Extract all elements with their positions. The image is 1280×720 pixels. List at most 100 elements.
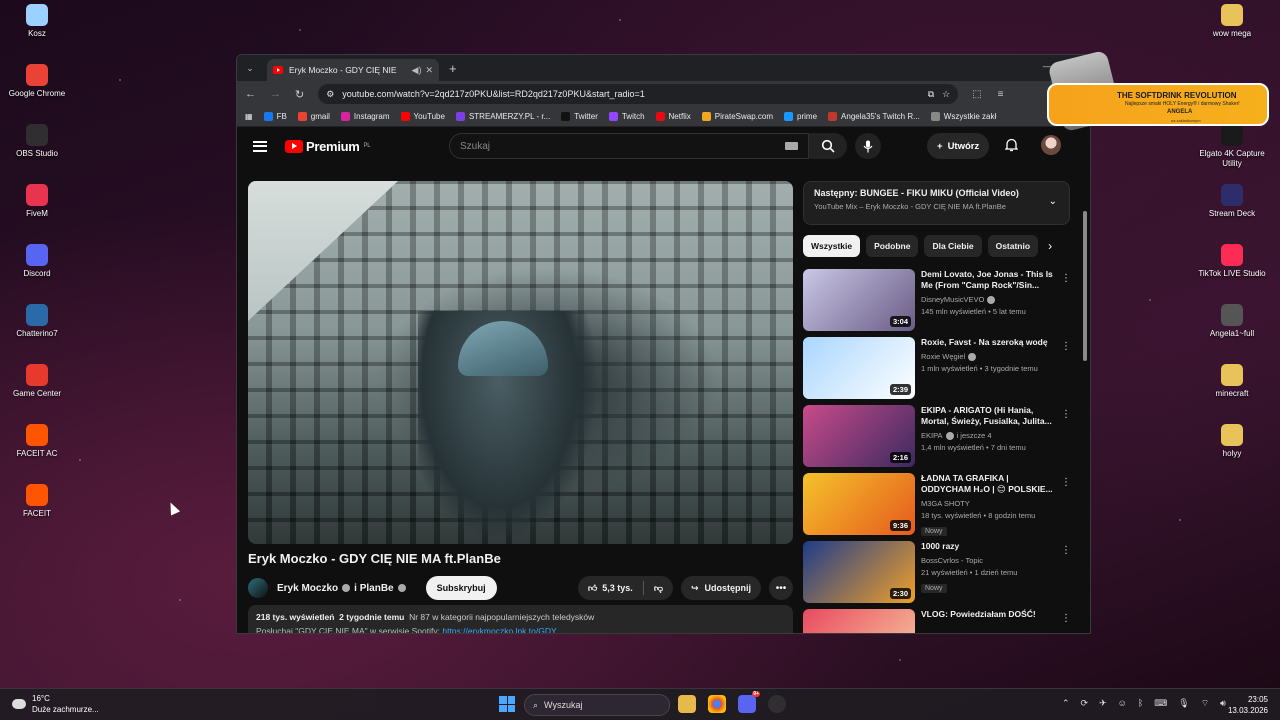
new-tab-button[interactable]: + (449, 61, 457, 76)
bookmark-streamerzy-pl-r[interactable]: STREAMERZY.PL - r... (455, 112, 550, 121)
recommended-video[interactable]: 3:04 Demi Lovato, Joe Jonas - This Is Me … (803, 269, 1073, 337)
install-icon[interactable]: ⧉ (928, 89, 934, 100)
like-button[interactable]: 👍︎ 5,3 tys. (588, 583, 633, 594)
file-explorer-icon[interactable] (678, 695, 696, 713)
recommended-video[interactable]: 9:36 ŁADNA TA GRAFIKA | ODDYCHAM H₂O | 😊 … (803, 473, 1073, 541)
create-button[interactable]: + Utwórz (927, 133, 990, 159)
more-options-icon[interactable]: ⋮ (1061, 613, 1071, 624)
rec-title[interactable]: VLOG: Powiedziałam DOŚĆ! (921, 609, 1055, 620)
rec-title[interactable]: EKIPA - ARIGATO (Hi Hania, Mortal, Śwież… (921, 405, 1055, 427)
video-player[interactable] (248, 181, 793, 544)
rec-title[interactable]: Demi Lovato, Joe Jonas - This Is Me (Fro… (921, 269, 1055, 291)
more-options-icon[interactable]: ⋮ (1061, 409, 1071, 420)
chip-dla-ciebie[interactable]: Dla Ciebie (924, 235, 982, 257)
desktop-icon-elgato-4k-capture-utility[interactable]: Elgato 4K Capture Utility (1195, 124, 1269, 169)
description-box[interactable]: 218 tys. wyświetleń 2 tygodnie temu Nr 8… (248, 605, 793, 633)
more-options-icon[interactable]: ⋮ (1061, 341, 1071, 352)
bookmark-fb[interactable]: FB (263, 112, 287, 121)
forward-icon[interactable]: → (270, 88, 281, 100)
desktop-icon-fivem[interactable]: FiveM (0, 184, 74, 219)
bookmark-angela35-s-twitch-r[interactable]: Angela35's Twitch R... (828, 112, 920, 121)
desktop-icon-holyy[interactable]: holyy (1195, 424, 1269, 459)
search-input[interactable]: Szukaj (449, 133, 809, 159)
more-options-icon[interactable]: ⋮ (1061, 545, 1071, 556)
youtube-logo[interactable]: Premium PL (285, 139, 371, 154)
rec-channel[interactable]: BossCvrlos - Topic (921, 556, 1055, 565)
chip-wszystkie[interactable]: Wszystkie (803, 235, 861, 257)
tab-search-icon[interactable]: ⌄ (243, 61, 257, 75)
mic-tray-icon[interactable]: 🎙︎ (1178, 698, 1189, 709)
discord-taskbar-icon[interactable]: 9+ (738, 691, 760, 713)
video-thumbnail[interactable] (803, 609, 915, 633)
extensions-icon[interactable]: ⬚ (972, 89, 981, 100)
chip-podobne[interactable]: Podobne (866, 235, 919, 257)
avatar[interactable] (1041, 135, 1061, 155)
notifications-icon[interactable] (1004, 138, 1019, 157)
rec-title[interactable]: 1000 razy (921, 541, 1055, 552)
desktop-icon-google-chrome[interactable]: Google Chrome (0, 64, 74, 99)
rec-channel[interactable]: Roxie Węgiel (921, 352, 1055, 361)
bookmark-gmail[interactable]: gmail (297, 112, 330, 121)
discord-tray-icon[interactable]: ☺ (1118, 698, 1127, 709)
bookmark-youtube[interactable]: YouTube (400, 112, 445, 121)
obs-taskbar-icon[interactable] (768, 695, 786, 713)
chip-ostatnio[interactable]: Ostatnio (987, 235, 1039, 257)
desktop-icon-wow-mega[interactable]: wow mega (1195, 4, 1269, 39)
more-options-icon[interactable]: ⋮ (1061, 273, 1071, 284)
menu-icon[interactable] (253, 140, 267, 152)
bookmark-wszystkie-zak[interactable]: Wszystkie zakł (930, 112, 996, 121)
desktop-icon-chatterino7[interactable]: Chatterino7 (0, 304, 74, 339)
share-button[interactable]: ↪ Udostępnij (680, 576, 761, 600)
browser-tab[interactable]: Eryk Moczko - GDY CIĘ NIE ◀) ✕ (267, 59, 439, 81)
video-thumbnail[interactable]: 2:30 (803, 541, 915, 603)
up-next-panel[interactable]: Następny: BUNGEE - FIKU MIKU (Official V… (803, 181, 1070, 225)
apps-icon[interactable]: ▦ (245, 112, 253, 121)
desktop-icon-kosz[interactable]: Kosz (0, 4, 74, 39)
chrome-taskbar-icon[interactable] (708, 695, 726, 713)
taskbar-search[interactable]: ⌕ Wyszukaj (524, 694, 670, 716)
search-button[interactable] (809, 133, 847, 159)
sync-icon[interactable]: ⟳ (1081, 698, 1089, 709)
rec-title[interactable]: Roxie, Favst - Na szeroką wodę (921, 337, 1055, 348)
back-icon[interactable]: ← (245, 88, 256, 100)
recommended-video[interactable]: VLOG: Powiedziałam DOŚĆ! ⋮ (803, 609, 1073, 633)
desktop-icon-game-center[interactable]: Game Center (0, 364, 74, 399)
weather-widget[interactable]: 16°C Duże zachmurze... (12, 693, 99, 715)
subscribe-button[interactable]: Subskrybuj (425, 576, 497, 600)
scrollbar[interactable] (1082, 199, 1088, 633)
channel-avatar[interactable] (248, 578, 268, 598)
bluetooth-icon[interactable]: ᛒ (1138, 698, 1143, 709)
desktop-icon-faceit-ac[interactable]: FACEIT AC (0, 424, 74, 459)
desktop-icon-obs-studio[interactable]: OBS Studio (0, 124, 74, 159)
recommended-video[interactable]: 2:16 EKIPA - ARIGATO (Hi Hania, Mortal, Ś… (803, 405, 1073, 473)
video-thumbnail[interactable]: 3:04 (803, 269, 915, 331)
recommended-video[interactable]: 2:30 1000 razy BossCvrlos - Topic 21 wyświe… (803, 541, 1073, 609)
chevron-up-icon[interactable]: ⌃ (1062, 698, 1070, 709)
desktop-icon-faceit[interactable]: FACEIT (0, 484, 74, 519)
more-actions-button[interactable]: ••• (769, 576, 793, 600)
volume-icon[interactable]: 🔊︎ (1220, 698, 1226, 709)
clock[interactable]: 23:05 13.03.2026 (1228, 694, 1268, 716)
voice-search-button[interactable] (855, 133, 881, 159)
ime-icon[interactable]: ⌨ (1154, 698, 1167, 709)
address-bar[interactable]: ⚙ youtube.com/watch?v=2qd217z0PKU&list=R… (318, 84, 959, 104)
close-tab-icon[interactable]: ✕ (425, 65, 433, 76)
video-thumbnail[interactable]: 2:39 (803, 337, 915, 399)
start-button[interactable] (499, 696, 515, 712)
desktop-icon-angela1-full[interactable]: Angela1~full (1195, 304, 1269, 339)
recommended-video[interactable]: 2:39 Roxie, Favst - Na szeroką wodę Roxie … (803, 337, 1073, 405)
network-app-icon[interactable]: ✈ (1099, 698, 1107, 709)
bookmark-prime[interactable]: prime (784, 112, 817, 121)
desktop-icon-stream-deck[interactable]: Stream Deck (1195, 184, 1269, 219)
video-thumbnail[interactable]: 9:36 (803, 473, 915, 535)
more-options-icon[interactable]: ⋮ (1061, 477, 1071, 488)
desktop-icon-minecraft[interactable]: minecraft (1195, 364, 1269, 399)
site-info-icon[interactable]: ⚙ (326, 89, 334, 100)
bookmark-star-icon[interactable]: ☆ (942, 89, 950, 100)
desktop-icon-discord[interactable]: Discord (0, 244, 74, 279)
ad-banner[interactable]: THE SOFTDRINK REVOLUTION Najlepsze smaki… (1047, 83, 1269, 126)
bookmark-instagram[interactable]: Instagram (340, 112, 390, 121)
keyboard-icon[interactable] (785, 142, 798, 150)
channel-name[interactable]: Eryk Moczko i PlanBe (277, 583, 406, 594)
chevron-down-icon[interactable]: ⌄ (1049, 196, 1057, 207)
